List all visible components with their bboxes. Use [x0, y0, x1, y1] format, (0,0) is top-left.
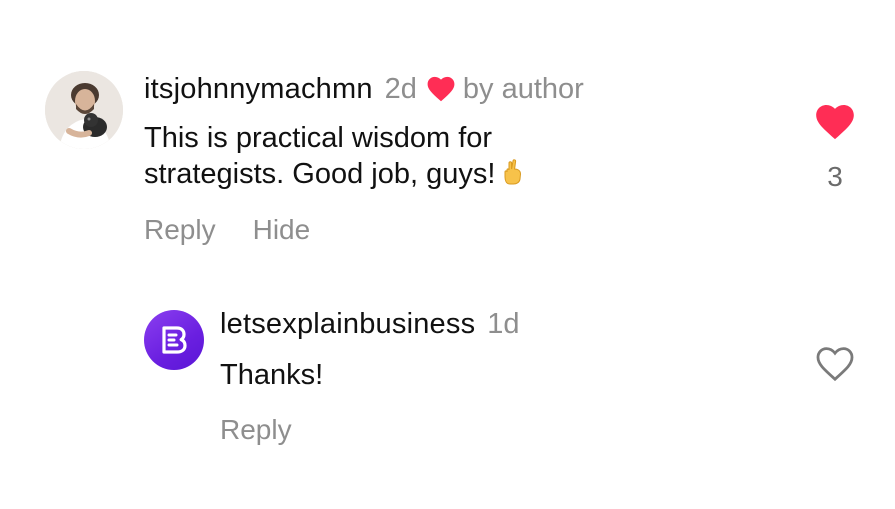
comment-actions: Reply [220, 414, 292, 446]
heart-outline-icon[interactable] [815, 346, 855, 387]
heart-filled-icon[interactable] [815, 104, 855, 145]
comment-text-line-2-wrap: strategists. Good job, guys! [144, 156, 527, 192]
timestamp: 1d [487, 308, 520, 340]
hide-button[interactable]: Hide [253, 214, 311, 246]
avatar-itsjohnnymachmn[interactable] [45, 71, 123, 149]
reply-button[interactable]: Reply [220, 414, 292, 446]
like-count: 3 [827, 161, 843, 192]
comment-text: Thanks! [220, 359, 324, 391]
comment-text-line-2: strategists. Good job, guys! [144, 158, 496, 190]
username[interactable]: letsexplainbusiness [220, 308, 475, 341]
reply-button[interactable]: Reply [144, 214, 216, 246]
timestamp: 2d [384, 73, 417, 105]
comment-header: letsexplainbusiness 1d [220, 308, 520, 341]
avatar-photo [45, 71, 123, 149]
brand-logo-icon [162, 326, 187, 354]
comment-text: This is practical wisdom for strategists… [144, 120, 527, 192]
like-column [813, 346, 857, 387]
username[interactable]: itsjohnnymachmn [144, 73, 373, 106]
avatar-letsexplainbusiness[interactable] [144, 310, 204, 370]
heart-filled-icon [427, 76, 455, 110]
by-author-badge: by author [462, 73, 584, 105]
comment-text-line-1: This is practical wisdom for [144, 122, 493, 154]
comment-actions: Reply Hide [144, 214, 310, 246]
like-column: 3 [813, 104, 857, 193]
fingers-crossed-emoji [503, 158, 527, 186]
comment-header: itsjohnnymachmn 2d by author [144, 72, 584, 106]
